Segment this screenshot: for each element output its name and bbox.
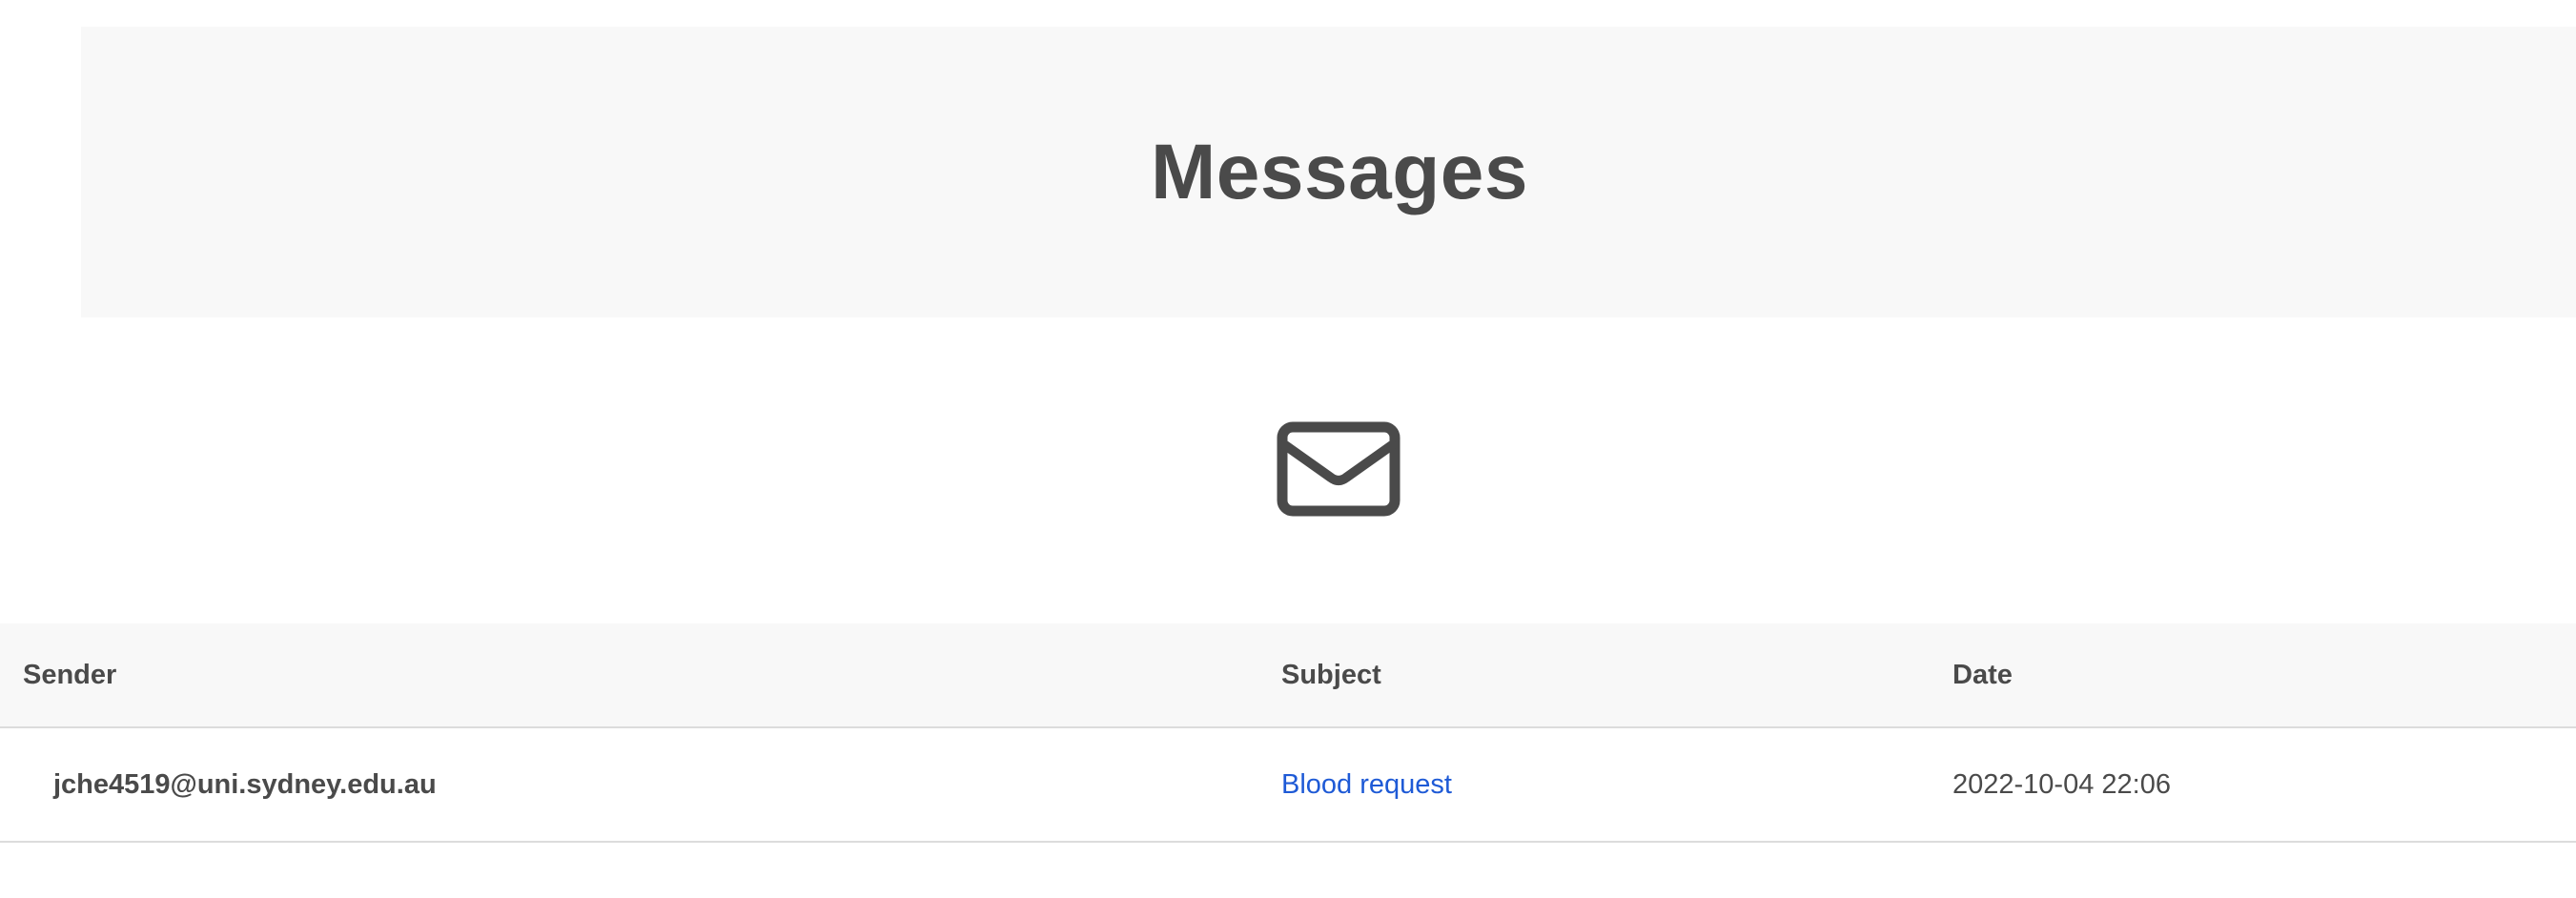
envelope-icon: [1277, 421, 1400, 517]
message-subject-cell: Blood request: [1281, 728, 1452, 841]
messages-table: Sender Subject Date jche4519@uni.sydney.…: [0, 623, 2576, 843]
table-header-row: Sender Subject Date: [0, 623, 2576, 728]
message-sender: jche4519@uni.sydney.edu.au: [53, 768, 437, 800]
message-subject-link[interactable]: Blood request: [1281, 769, 1452, 801]
table-row: jche4519@uni.sydney.edu.au Blood request…: [0, 728, 2576, 843]
column-header-sender: Sender: [23, 659, 117, 690]
column-header-subject: Subject: [1281, 659, 1381, 690]
column-header-date: Date: [1952, 659, 2013, 690]
page-header-banner: Messages: [81, 27, 2576, 317]
message-date: 2022-10-04 22:06: [1952, 768, 2171, 800]
page-title: Messages: [1150, 128, 1529, 215]
